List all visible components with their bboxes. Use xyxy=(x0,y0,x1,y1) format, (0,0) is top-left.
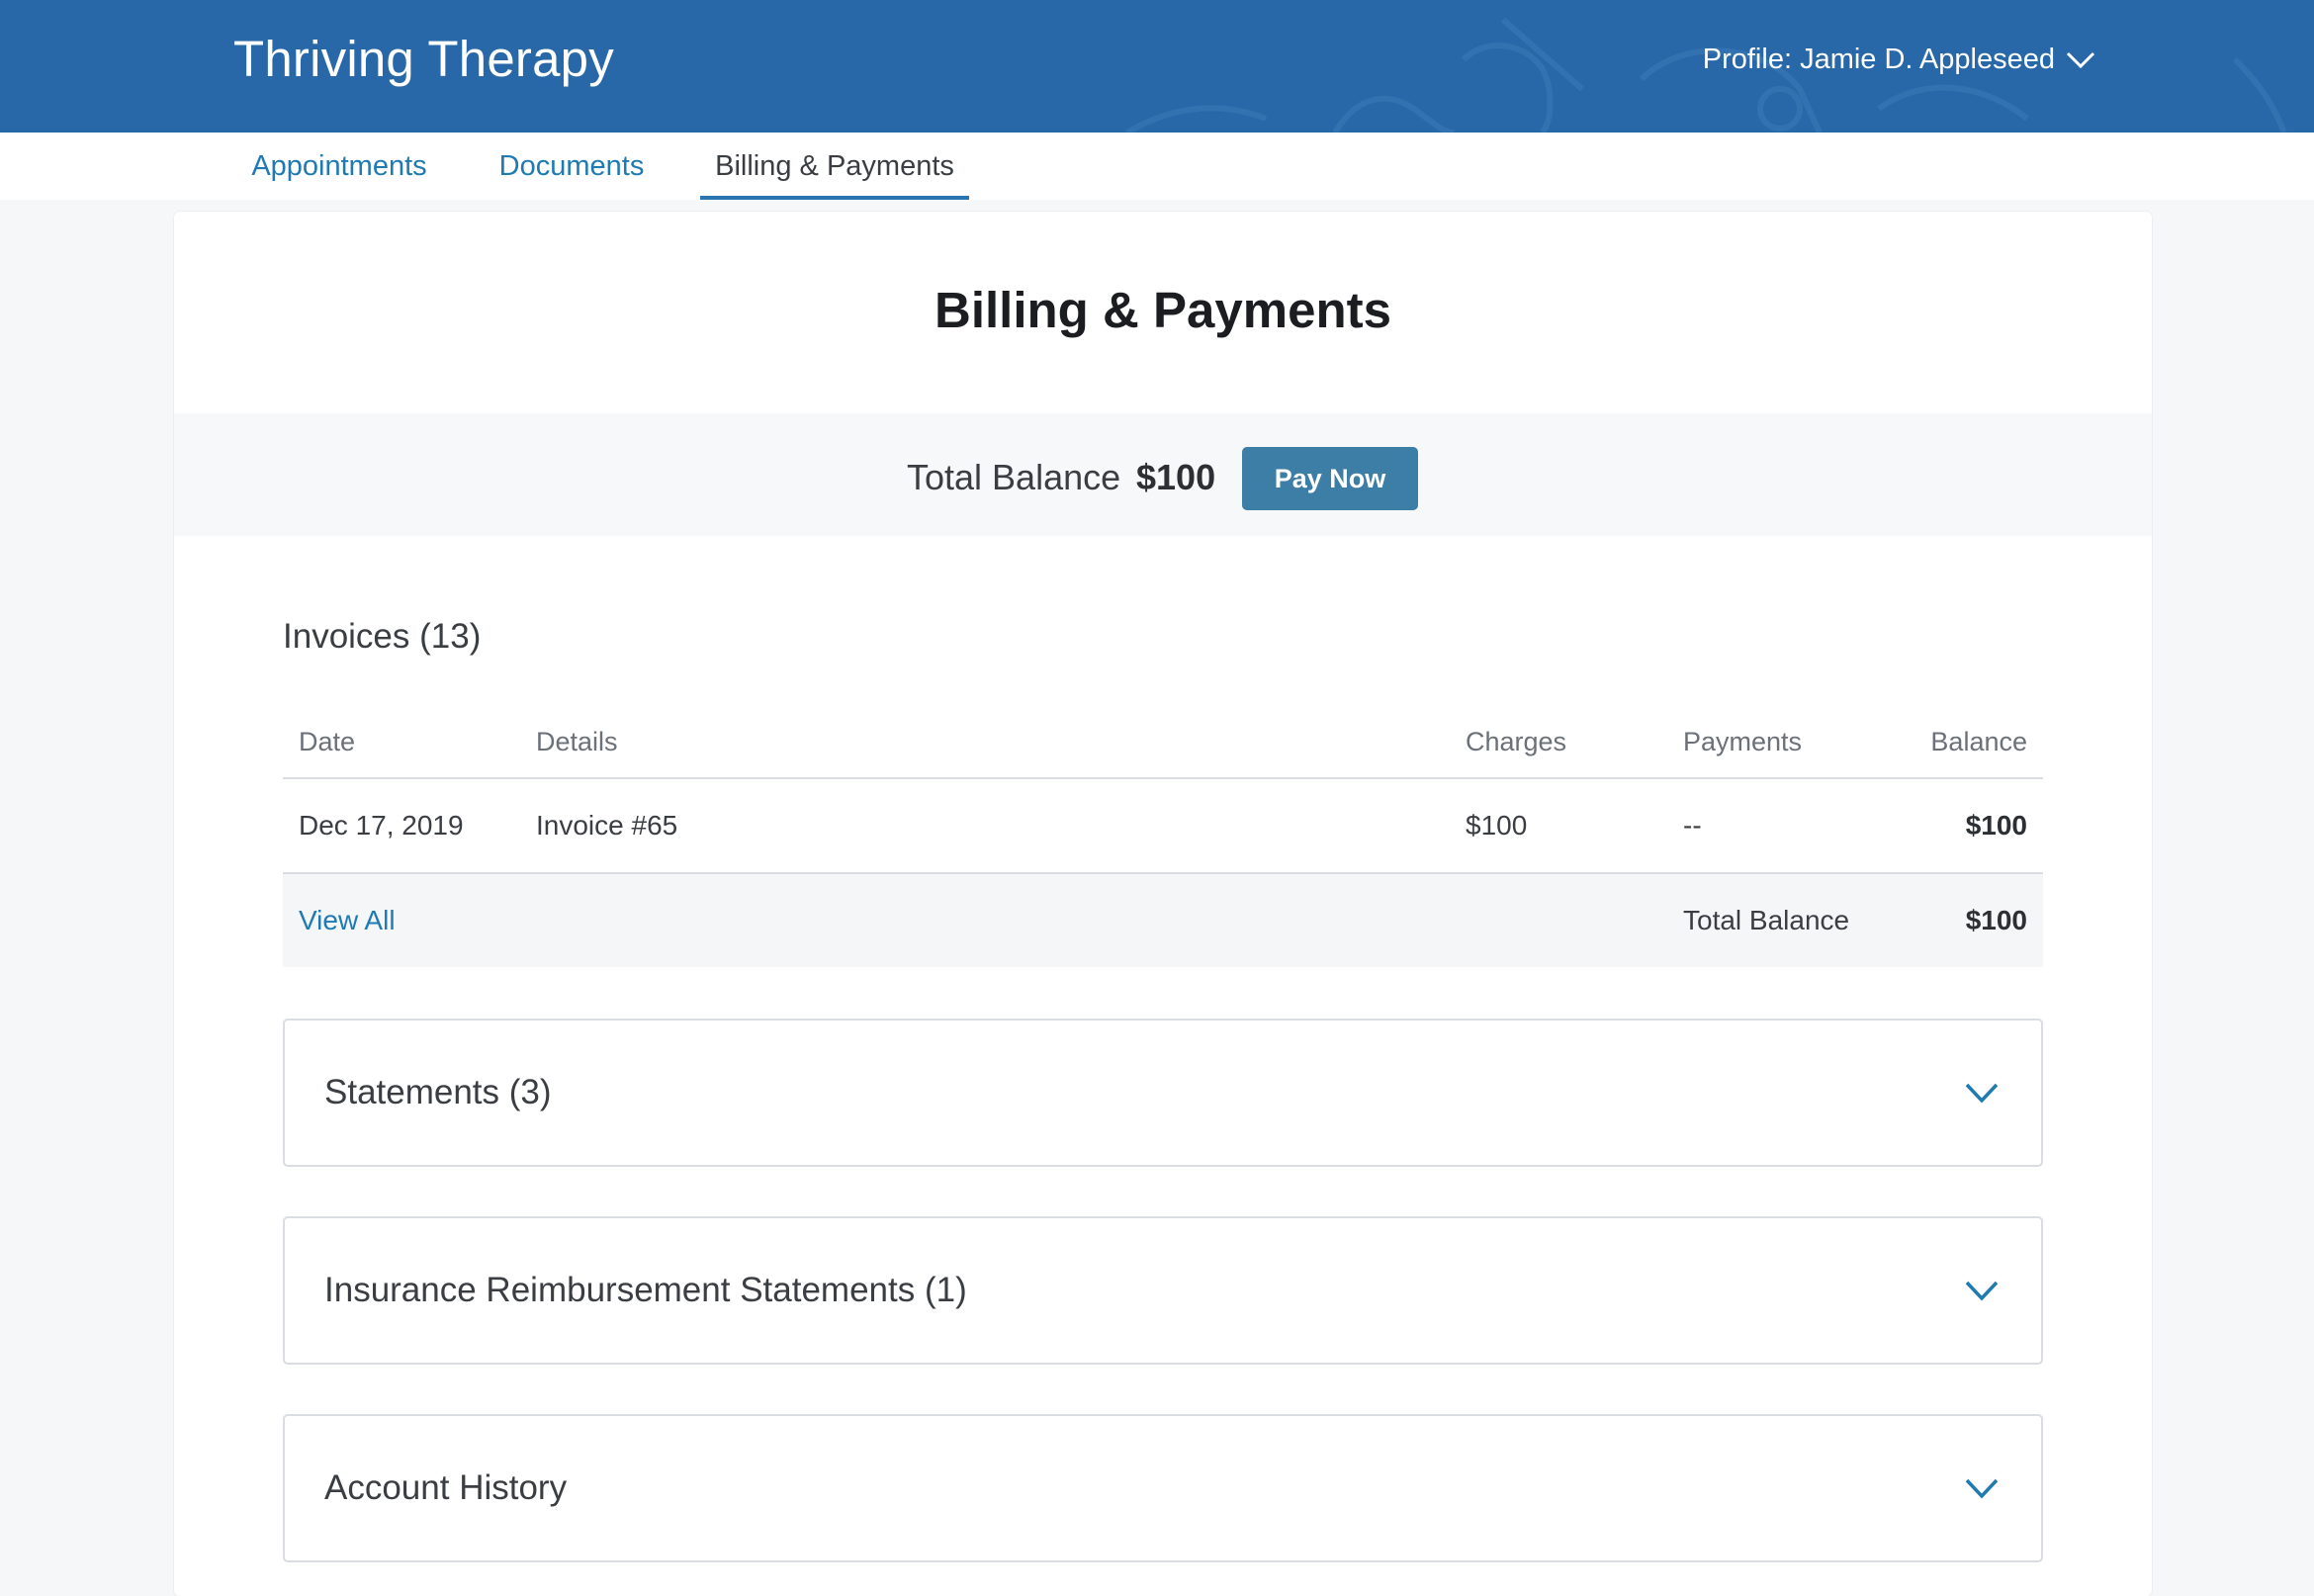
column-header-date: Date xyxy=(299,726,356,756)
chevron-down-icon[interactable] xyxy=(1964,1279,2000,1302)
tab-billing-payments[interactable]: Billing & Payments xyxy=(700,133,969,200)
tab-documents[interactable]: Documents xyxy=(487,133,657,200)
total-balance-label: Total Balance xyxy=(907,457,1121,497)
account-history-accordion[interactable]: Account History xyxy=(283,1414,2043,1562)
app-header: Thriving Therapy Profile: Jamie D. Apple… xyxy=(0,0,2314,133)
table-row: Dec 17, 2019 Invoice #65 $100 -- $100 xyxy=(283,779,2043,874)
profile-label: Profile: Jamie D. Appleseed xyxy=(1702,44,2055,75)
invoice-charges: $100 xyxy=(1466,810,1528,841)
accordion-title: Statements (3) xyxy=(324,1073,552,1111)
invoice-date: Dec 17, 2019 xyxy=(299,810,464,841)
table-footer: View All Total Balance $100 xyxy=(283,874,2043,967)
chevron-down-icon xyxy=(2066,51,2095,68)
chevron-down-icon[interactable] xyxy=(1964,1081,2000,1105)
tab-bar: Appointments Documents Billing & Payment… xyxy=(0,133,2314,200)
total-balance-amount: $100 xyxy=(1136,457,1216,497)
accordion-title: Account History xyxy=(324,1468,568,1507)
statements-accordion[interactable]: Statements (3) xyxy=(283,1019,2043,1167)
header-decoration xyxy=(1125,17,2287,133)
tab-appointments[interactable]: Appointments xyxy=(233,133,445,200)
invoice-payments: -- xyxy=(1683,810,1702,841)
invoice-balance: $100 xyxy=(1965,810,2027,841)
profile-menu[interactable]: Profile: Jamie D. Appleseed xyxy=(1703,44,2096,76)
view-all-link[interactable]: View All xyxy=(299,874,396,967)
column-header-details: Details xyxy=(536,726,618,756)
column-header-payments: Payments xyxy=(1683,726,1803,756)
invoices-title: Invoices (13) xyxy=(283,617,482,656)
insurance-statements-accordion[interactable]: Insurance Reimbursement Statements (1) xyxy=(283,1216,2043,1365)
invoice-link[interactable]: Invoice #65 xyxy=(536,779,677,872)
table-header: Date Details Charges Payments Balance xyxy=(283,706,2043,779)
chevron-down-icon[interactable] xyxy=(1964,1476,2000,1500)
balance-summary: Total Balance $100 Pay Now xyxy=(174,413,2152,536)
column-header-balance: Balance xyxy=(1930,726,2027,756)
page-title: Billing & Payments xyxy=(934,282,1391,338)
main-card: Billing & Payments Total Balance $100 Pa… xyxy=(174,212,2152,1596)
brand-title[interactable]: Thriving Therapy xyxy=(233,30,614,88)
footer-total-label: Total Balance xyxy=(1683,905,1850,935)
accordion-title: Insurance Reimbursement Statements (1) xyxy=(324,1271,967,1309)
pay-now-button[interactable]: Pay Now xyxy=(1242,447,1418,510)
invoices-table: Date Details Charges Payments Balance De… xyxy=(283,706,2043,967)
column-header-charges: Charges xyxy=(1466,726,1567,756)
footer-total-amount: $100 xyxy=(1965,905,2027,935)
